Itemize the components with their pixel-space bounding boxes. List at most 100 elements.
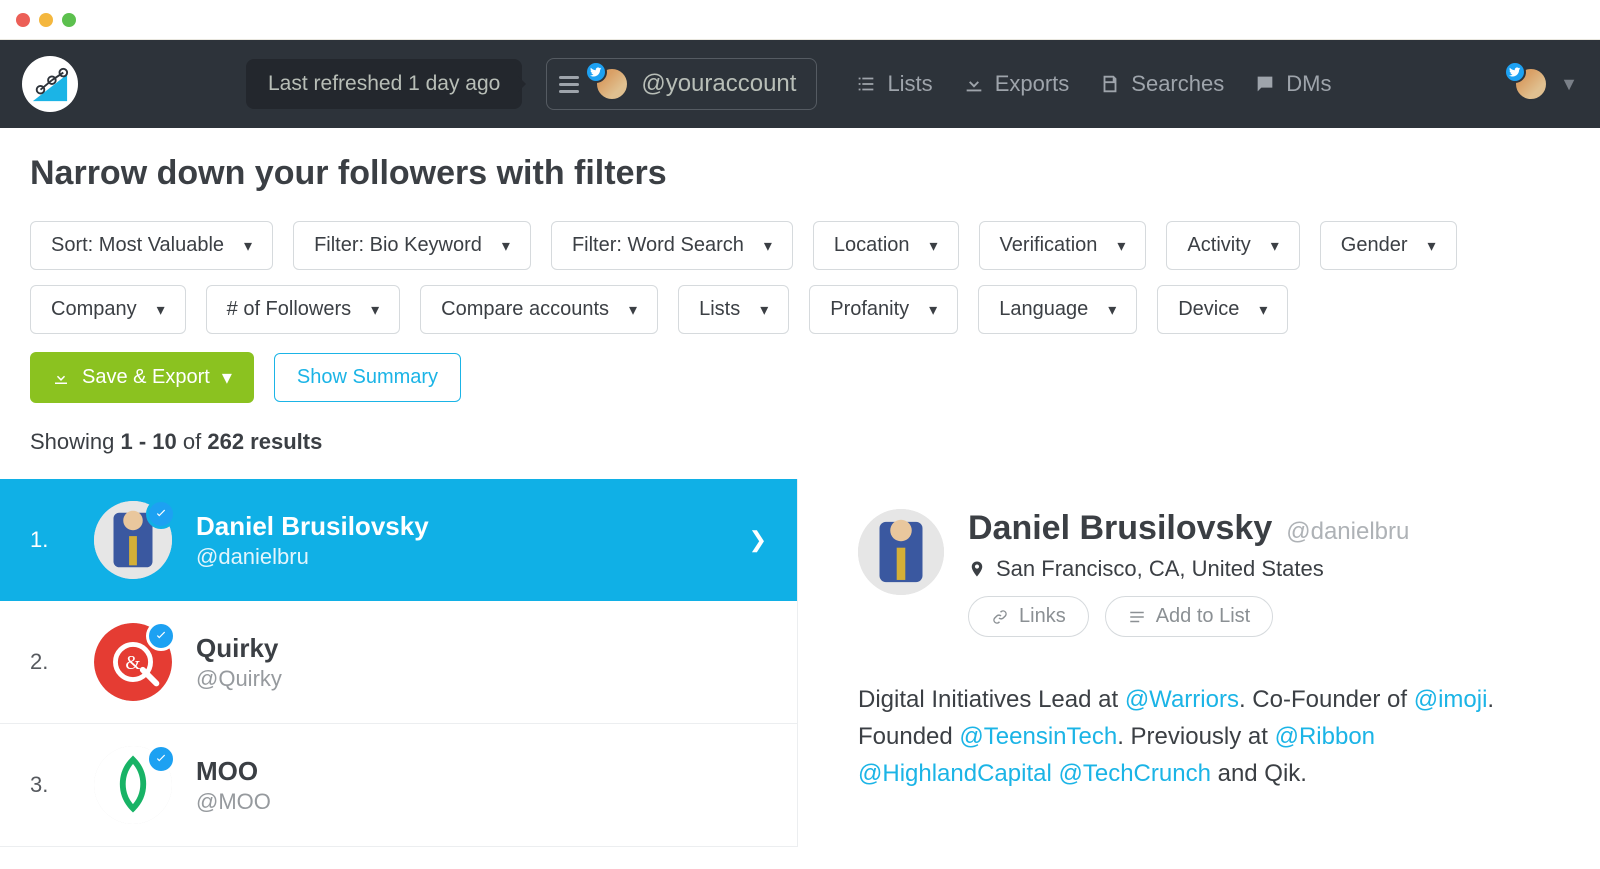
chevron-down-icon (764, 236, 772, 256)
filter-label: Filter: Bio Keyword (314, 234, 482, 257)
page-body: Narrow down your followers with filters … (0, 128, 1600, 455)
bio-mention-link[interactable]: @TeensinTech (959, 723, 1117, 750)
filter-label: Language (999, 298, 1088, 321)
filter-label: Verification (1000, 234, 1098, 257)
page-title: Narrow down your followers with filters (30, 154, 1570, 193)
filter-row-1: Sort: Most Valuable Filter: Bio Keyword Fi… (30, 221, 1570, 270)
followers-list: 1.Daniel Brusilovsky@danielbru❯2.&Quirky… (0, 479, 798, 847)
nav-searches[interactable]: Searches (1099, 71, 1224, 97)
twitter-icon (1504, 61, 1526, 83)
bio-mention-link[interactable]: @Warriors (1125, 686, 1239, 713)
list-item-handle: @danielbru (196, 544, 429, 570)
list-item[interactable]: 2.&Quirky@Quirky❯ (0, 601, 797, 724)
chevron-right-icon: ❯ (749, 527, 767, 553)
topbar: Last refreshed 1 day ago @youraccount Li… (0, 40, 1600, 128)
nav-exports[interactable]: Exports (963, 71, 1070, 97)
detail-bio: Digital Initiatives Lead at @Warriors. C… (858, 681, 1560, 793)
add-to-list-button[interactable]: Add to List (1105, 596, 1274, 637)
app-logo[interactable] (22, 56, 78, 112)
chevron-down-icon (1428, 236, 1436, 256)
verified-badge-icon (146, 621, 176, 651)
account-switcher[interactable]: @youraccount (546, 58, 817, 110)
follower-detail: Daniel Brusilovsky @danielbru San Franci… (798, 479, 1600, 847)
filter-label: Sort: Most Valuable (51, 234, 224, 257)
filter-dropdown[interactable]: Company (30, 285, 186, 334)
hamburger-icon (559, 76, 579, 93)
chevron-down-icon (1271, 236, 1279, 256)
svg-text:&: & (125, 653, 140, 674)
filter-label: Compare accounts (441, 298, 609, 321)
bio-mention-link[interactable]: @imoji (1414, 686, 1488, 713)
detail-location: San Francisco, CA, United States (996, 556, 1324, 582)
list-item-handle: @Quirky (196, 666, 282, 692)
filter-dropdown[interactable]: Profanity (809, 285, 958, 334)
filter-dropdown[interactable]: Language (978, 285, 1137, 334)
chevron-down-icon (1259, 300, 1267, 320)
filter-label: Lists (699, 298, 740, 321)
content-split: 1. Daniel Brusilovsky @danielbru ❯ 2. & Quirky… (0, 479, 1600, 847)
window-close-button[interactable] (16, 13, 30, 27)
filter-label: Profanity (830, 298, 909, 321)
chevron-down-icon (930, 236, 938, 256)
chevron-down-icon: ▼ (1560, 74, 1578, 95)
window-chrome (0, 0, 1600, 40)
filter-label: Company (51, 298, 137, 321)
chevron-down-icon (1108, 300, 1116, 320)
verified-badge-icon (146, 499, 176, 529)
bio-mention-link[interactable]: @HighlandCapital (858, 760, 1052, 787)
nav-items: Lists Exports Searches DMs (855, 71, 1331, 97)
nav-lists[interactable]: Lists (855, 71, 932, 97)
list-item-name: Quirky (196, 633, 282, 664)
filter-dropdown[interactable]: Lists (678, 285, 789, 334)
filter-row-2: Company # of Followers Compare accounts Lis… (30, 285, 1570, 334)
filter-label: Filter: Word Search (572, 234, 744, 257)
list-item-number: 2. (30, 649, 70, 675)
filter-label: # of Followers (227, 298, 352, 321)
nav-dms[interactable]: DMs (1254, 71, 1331, 97)
list-item-number: 3. (30, 772, 70, 798)
list-item[interactable]: 1.Daniel Brusilovsky@danielbru❯ (0, 479, 797, 601)
filter-dropdown[interactable]: # of Followers (206, 285, 401, 334)
filter-dropdown[interactable]: Location (813, 221, 959, 270)
window-zoom-button[interactable] (62, 13, 76, 27)
chevron-down-icon (244, 236, 252, 256)
links-button[interactable]: Links (968, 596, 1089, 637)
list-item[interactable]: 3.MOO@MOO❯ (0, 724, 797, 847)
filter-dropdown[interactable]: Filter: Word Search (551, 221, 793, 270)
filter-dropdown[interactable]: Sort: Most Valuable (30, 221, 273, 270)
filter-dropdown[interactable]: Device (1157, 285, 1288, 334)
chevron-down-icon (929, 300, 937, 320)
filter-label: Gender (1341, 234, 1408, 257)
filter-dropdown[interactable]: Verification (979, 221, 1147, 270)
chevron-down-icon (502, 236, 510, 256)
list-item-number: 1. (30, 527, 70, 553)
last-refreshed-text: Last refreshed 1 day ago (268, 72, 500, 95)
list-icon (855, 73, 877, 95)
last-refreshed-pill: Last refreshed 1 day ago (246, 59, 522, 109)
filter-label: Activity (1187, 234, 1250, 257)
verified-badge-icon (146, 744, 176, 774)
detail-name: Daniel Brusilovsky (968, 509, 1272, 548)
download-icon (963, 73, 985, 95)
list-icon (1128, 608, 1146, 626)
filter-dropdown[interactable]: Compare accounts (420, 285, 658, 334)
save-export-button[interactable]: Save & Export (30, 352, 254, 403)
bio-mention-link[interactable]: @Ribbon (1275, 723, 1375, 750)
filter-dropdown[interactable]: Filter: Bio Keyword (293, 221, 531, 270)
list-item-handle: @MOO (196, 789, 271, 815)
show-summary-button[interactable]: Show Summary (274, 353, 461, 402)
chevron-down-icon (222, 365, 232, 390)
chevron-down-icon (1117, 236, 1125, 256)
results-count: Showing 1 - 10 of 262 results (30, 429, 1570, 455)
download-icon (52, 369, 70, 387)
chevron-down-icon (760, 300, 768, 320)
filter-dropdown[interactable]: Activity (1166, 221, 1299, 270)
filter-dropdown[interactable]: Gender (1320, 221, 1457, 270)
account-handle: @youraccount (641, 70, 796, 98)
bio-mention-link[interactable]: @TechCrunch (1058, 760, 1210, 787)
detail-handle: @danielbru (1286, 518, 1409, 546)
link-icon (991, 608, 1009, 626)
window-minimize-button[interactable] (39, 13, 53, 27)
user-menu[interactable]: ▼ (1514, 67, 1578, 101)
chevron-down-icon (371, 300, 379, 320)
